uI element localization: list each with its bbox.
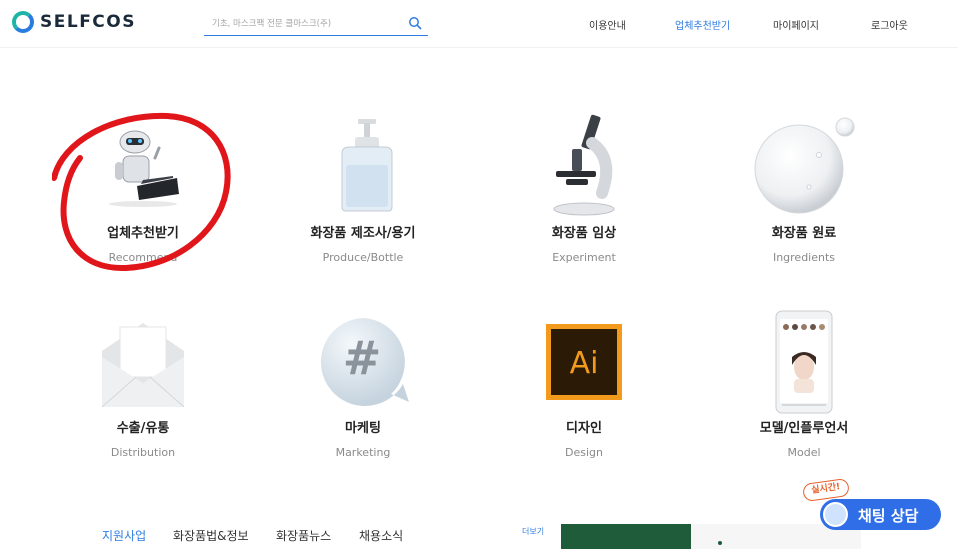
category-title: 모델/인플루언서 [759,421,849,436]
category-subtitle: Produce/Bottle [322,251,404,264]
banner-green[interactable] [561,524,691,549]
pump-bottle-icon [308,110,418,220]
top-header: SELFCOS 이용안내 업체추천받기 마이페이지 로그아웃 [0,0,958,48]
hashtag-bubble-icon: # [308,307,418,417]
illustrator-icon: Ai [529,307,639,417]
nav-recommend[interactable]: 업체추천받기 [675,17,730,32]
category-subtitle: Distribution [110,446,176,459]
bubble-icon [749,110,859,220]
category-subtitle: Marketing [335,446,391,459]
logo-text: SELFCOS [40,12,136,32]
chat-consult-button[interactable]: 채팅 상담 [820,499,941,530]
microscope-icon [529,110,639,220]
search-input[interactable] [212,15,402,33]
envelope-icon [88,307,198,417]
category-produce[interactable]: 화장품 제조사/용기 Produce/Bottle [263,110,463,280]
category-model[interactable]: 모델/인플루언서 Model [704,307,904,477]
category-title: 마케팅 [345,421,381,436]
hashtag-glyph: # [343,331,382,385]
nav-logout[interactable]: 로그아웃 [871,17,908,32]
search-icon[interactable] [408,16,422,30]
banner-dot [718,541,722,545]
more-link[interactable]: 더보기 [522,526,544,537]
category-title: 수출/유통 [116,421,170,436]
logo-ring-icon [12,11,34,33]
category-distribution[interactable]: 수출/유통 Distribution [43,307,243,477]
robot-laptop-icon [88,110,198,220]
category-subtitle: Design [565,446,603,459]
tab-jobs[interactable]: 채용소식 [359,527,403,544]
search-bar [204,12,428,36]
category-ingredients[interactable]: 화장품 원료 Ingredients [704,110,904,280]
category-subtitle: Ingredients [772,251,836,264]
selfcos-logo[interactable]: SELFCOS [12,11,136,33]
phone-model-icon [749,307,859,417]
category-title: 화장품 제조사/용기 [310,226,416,241]
tab-cosmetic-law[interactable]: 화장품법&정보 [173,527,249,544]
category-title: 디자인 [566,421,602,436]
category-title: 업체추천받기 [107,226,179,241]
category-title: 화장품 임상 [551,226,617,241]
nav-guide[interactable]: 이용안내 [589,17,626,32]
category-title: 화장품 원료 [771,226,837,241]
category-marketing[interactable]: # 마케팅 Marketing [263,307,463,477]
chat-label: 채팅 상담 [858,507,919,525]
tab-support[interactable]: 지원사업 [102,527,146,544]
category-subtitle: Recommend [108,251,178,264]
nav-mypage[interactable]: 마이페이지 [773,17,819,32]
category-design[interactable]: Ai 디자인 Design [484,307,684,477]
category-experiment[interactable]: 화장품 임상 Experiment [484,110,684,280]
category-subtitle: Experiment [552,251,616,264]
category-recommend[interactable]: 업체추천받기 Recommend [43,110,243,280]
category-subtitle: Model [787,446,821,459]
ai-glyph: Ai [570,346,599,381]
chatbot-face-icon [823,502,848,527]
tab-news[interactable]: 화장품뉴스 [276,527,331,544]
